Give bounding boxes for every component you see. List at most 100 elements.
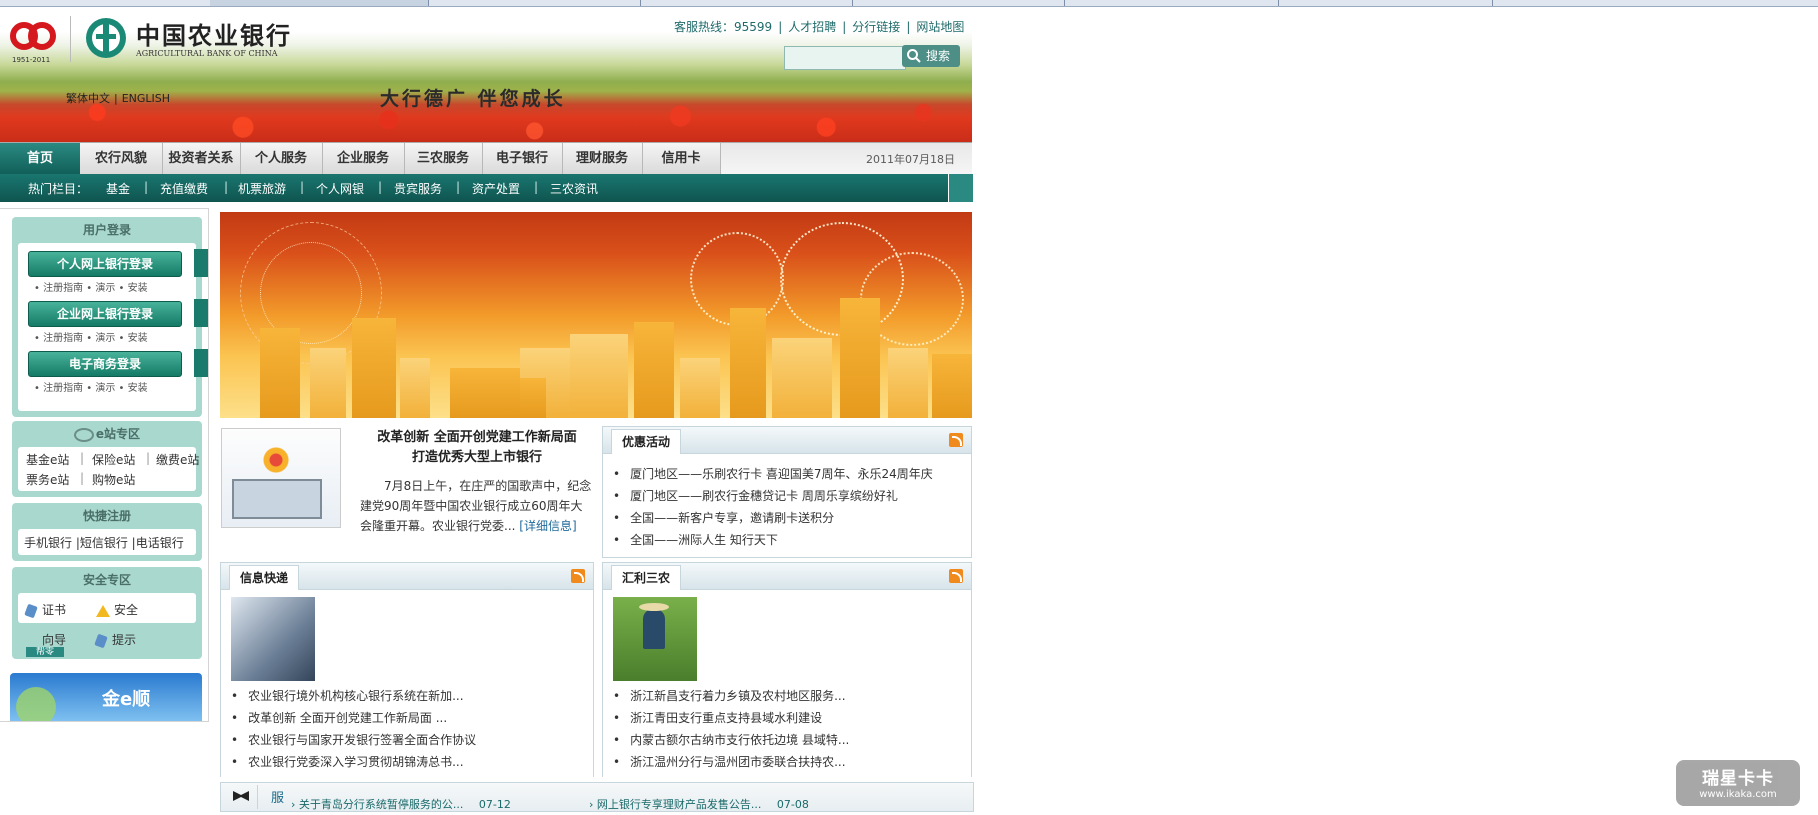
list-item[interactable]: 改革创新 全面开创党建工作新局面 ...	[231, 709, 447, 726]
rss-icon[interactable]	[949, 569, 963, 583]
tips-icon	[94, 633, 108, 648]
list-item[interactable]: 浙江青田支行重点支持县域水利建设	[613, 709, 822, 726]
tab-segment[interactable]	[428, 0, 641, 6]
corporate-ebank-login-button[interactable]: 企业网上银行登录	[28, 301, 182, 327]
hot-topic-recharge[interactable]: 充值缴费	[160, 180, 208, 197]
sitemap-link[interactable]: 网站地图	[916, 20, 964, 34]
tab-segment[interactable]	[0, 0, 211, 6]
estation-ticket-link[interactable]: 票务e站	[26, 471, 69, 488]
list-item[interactable]: 全国——洲际人生 知行天下	[613, 531, 778, 548]
nav-item-about[interactable]: 农行风貌	[80, 143, 163, 175]
nav-item-creditcard[interactable]: 信用卡	[642, 143, 721, 175]
promotions-box: 优惠活动 厦门地区——乐刷农行卡 喜迎国美7周年、永乐24周年庆 厦门地区——刷…	[602, 426, 972, 558]
corporate-login-tab[interactable]	[194, 299, 208, 327]
estation-fund-link[interactable]: 基金e站	[26, 451, 69, 468]
watermark-url: www.ikaka.com	[1699, 789, 1777, 800]
list-item[interactable]: 农业银行党委深入学习贯彻胡锦涛总书...	[231, 753, 463, 770]
gift-illustration	[256, 443, 296, 477]
anniversary-years: 1951-2011	[12, 56, 51, 64]
branches-link[interactable]: 分行链接	[852, 20, 900, 34]
tab-segment[interactable]	[852, 0, 1065, 6]
hotline-text: 客服热线：95599	[674, 20, 773, 34]
quick-register-links[interactable]: 手机银行 |短信银行 |电话银行	[24, 534, 184, 551]
list-item[interactable]: 浙江温州分行与温州团市委联合扶持农...	[613, 753, 845, 770]
laptop-illustration	[232, 479, 322, 519]
list-item[interactable]: 内蒙古额尔古纳市支行依托边境 县域特...	[613, 731, 849, 748]
promo-globe	[16, 687, 56, 721]
search-icon	[907, 49, 921, 63]
hot-topic-rural[interactable]: 三农资讯	[550, 180, 598, 197]
corporate-login-sublinks[interactable]: • 注册指南 • 演示 • 安装	[34, 329, 148, 344]
lang-traditional-link[interactable]: 繁体中文	[66, 92, 110, 105]
estation-payment-link[interactable]: 缴费e站	[156, 451, 199, 468]
search-button[interactable]: 搜索	[902, 45, 960, 67]
quick-register-title: 快捷注册	[82, 509, 131, 523]
estation-panel: e站专区 基金e站 | 保险e站 | 缴费e站 票务e站 | 购物e站	[12, 421, 202, 497]
nav-item-ebank[interactable]: 电子银行	[482, 143, 563, 175]
list-item[interactable]: 厦门地区——刷农行金穗贷记卡 周周乐享缤纷好礼	[613, 487, 898, 504]
announcement-item[interactable]: › 网上银行专享理财产品发售公告... 07-08	[589, 796, 809, 812]
abc-logo[interactable]: 中国农业银行 AGRICULTURAL BANK OF CHINA	[84, 14, 294, 64]
news-headline[interactable]: 改革创新 全面开创党建工作新局面 打造优秀大型上市银行	[360, 428, 594, 468]
ecommerce-login-sublinks[interactable]: • 注册指南 • 演示 • 安装	[34, 379, 148, 394]
hot-topic-travel[interactable]: 机票旅游	[238, 180, 286, 197]
certificate-link[interactable]: 证书	[24, 601, 66, 618]
rss-icon[interactable]	[949, 433, 963, 447]
list-item[interactable]: 全国——新客户专享，邀请刷卡送积分	[613, 509, 834, 526]
farmer-image[interactable]	[613, 597, 697, 681]
tips-link[interactable]: 提示	[94, 631, 136, 648]
jin-e-shun-promo[interactable]: 金e顺	[10, 673, 202, 721]
tab-segment[interactable]	[210, 0, 429, 6]
list-item[interactable]: 农业银行境外机构核心银行系统在新加...	[231, 687, 463, 704]
bank-name-cn: 中国农业银行	[136, 21, 292, 50]
announcement-item[interactable]: › 关于青岛分行系统暂停服务的公... 07-12	[291, 796, 511, 812]
warning-icon	[96, 604, 110, 617]
certificate-icon	[24, 603, 38, 618]
list-item[interactable]: 浙江新昌支行着力乡镇及农村地区服务...	[613, 687, 845, 704]
nav-item-personal[interactable]: 个人服务	[240, 143, 323, 175]
estation-insurance-link[interactable]: 保险e站	[92, 451, 135, 468]
personal-ebank-login-button[interactable]: 个人网上银行登录	[28, 251, 182, 277]
rural-benefit-title[interactable]: 汇利三农	[611, 565, 682, 590]
promo-title: 金e顺	[102, 689, 151, 710]
list-item[interactable]: 农业银行与国家开发银行签署全面合作协议	[231, 731, 476, 748]
hot-topic-fund[interactable]: 基金	[106, 180, 130, 197]
news-express-image[interactable]	[231, 597, 315, 681]
tab-segment[interactable]	[1064, 0, 1279, 6]
estation-shopping-link[interactable]: 购物e站	[92, 471, 135, 488]
guide-link[interactable]: 向导	[42, 631, 66, 648]
ecommerce-login-tab[interactable]	[194, 349, 208, 377]
rss-icon[interactable]	[571, 569, 585, 583]
news-express-box: 信息快递 农业银行境外机构核心银行系统在新加... 改革创新 全面开创党建工作新…	[220, 562, 594, 777]
hot-topic-assets[interactable]: 资产处置	[472, 180, 520, 197]
list-item[interactable]: 厦门地区——乐刷农行卡 喜迎国美7周年、永乐24周年庆	[613, 465, 933, 482]
fireworks-city-banner[interactable]	[220, 212, 972, 418]
hot-topics-label: 热门栏目：	[28, 182, 89, 196]
nav-item-corporate[interactable]: 企业服务	[322, 143, 405, 175]
ecommerce-login-button[interactable]: 电子商务登录	[28, 351, 182, 377]
nav-item-investor[interactable]: 投资者关系	[162, 143, 241, 175]
promotions-title[interactable]: 优惠活动	[611, 429, 682, 454]
personal-login-sublinks[interactable]: • 注册指南 • 演示 • 安装	[34, 279, 148, 294]
bank-name-en: AGRICULTURAL BANK OF CHINA	[136, 49, 278, 58]
login-panel-title: 用户登录	[82, 223, 131, 237]
tab-segment[interactable]	[1492, 0, 1818, 6]
news-summary: 7月8日上午，在庄严的国歌声中，纪念建党90周年暨中国农业银行成立60周年大会隆…	[360, 479, 592, 533]
nav-home[interactable]: 首页	[0, 143, 80, 175]
nav-item-rural[interactable]: 三农服务	[404, 143, 483, 175]
safety-link[interactable]: 安全	[96, 601, 138, 618]
lang-english-link[interactable]: ENGLISH	[122, 92, 170, 105]
announcement-label: 服	[271, 791, 285, 806]
news-express-title[interactable]: 信息快递	[229, 565, 300, 590]
news-more-link[interactable]: [详细信息]	[519, 519, 576, 533]
tab-segment[interactable]	[640, 0, 853, 6]
tab-segment[interactable]	[1278, 0, 1493, 6]
hot-topic-ebank[interactable]: 个人网银	[316, 180, 364, 197]
estation-panel-title: e站专区	[12, 421, 202, 447]
careers-link[interactable]: 人才招聘	[788, 20, 836, 34]
personal-login-tab[interactable]	[194, 249, 208, 277]
hot-topic-vip[interactable]: 贵宾服务	[394, 180, 442, 197]
search-input[interactable]	[784, 46, 906, 70]
nav-item-wealth[interactable]: 理财服务	[562, 143, 643, 175]
news-thumbnail[interactable]	[221, 428, 341, 528]
